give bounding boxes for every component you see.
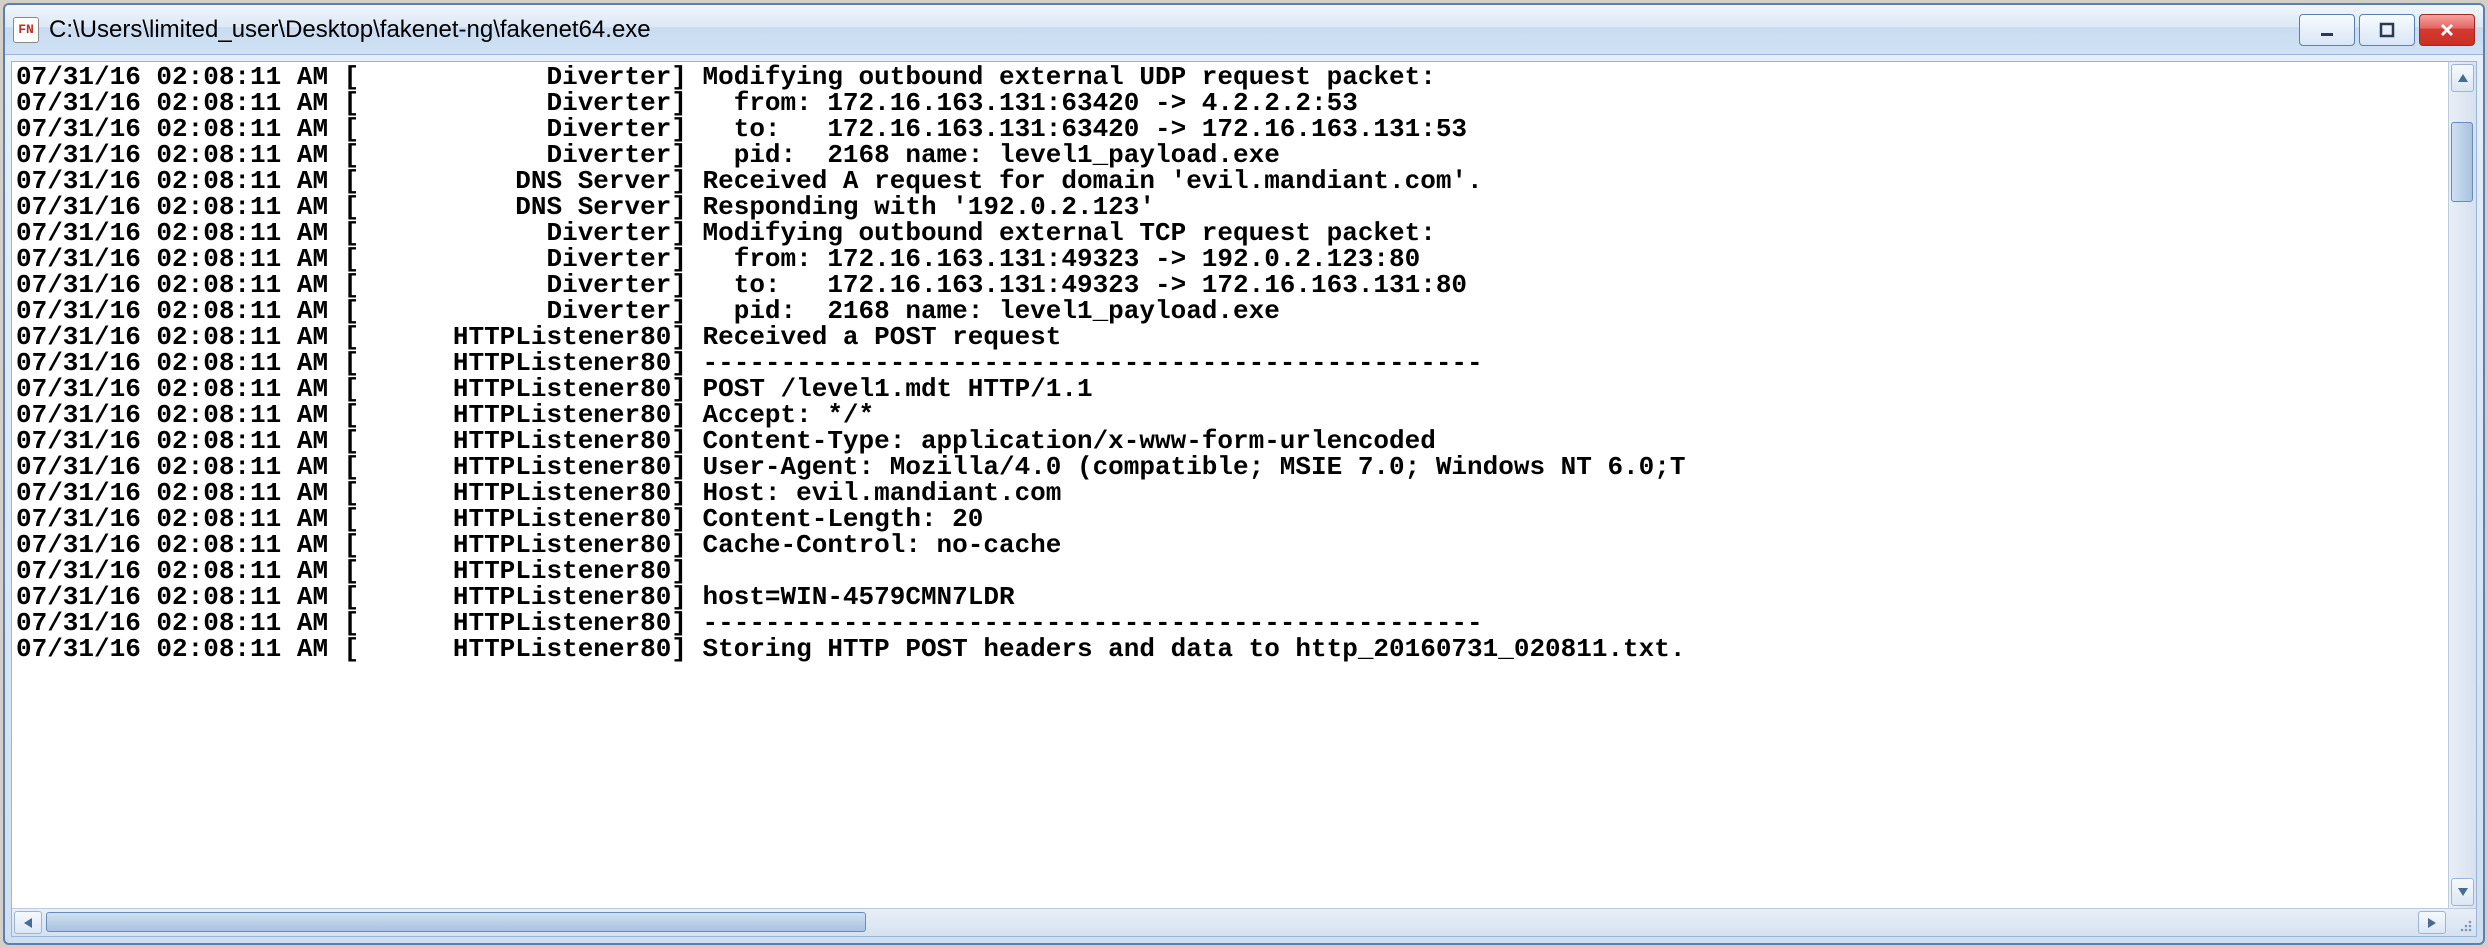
scroll-down-button[interactable] xyxy=(2451,878,2474,906)
vertical-scroll-thumb[interactable] xyxy=(2451,122,2473,202)
log-line: 07/31/16 02:08:11 AM [ Diverter] from: 1… xyxy=(16,90,2444,116)
horizontal-scroll-track[interactable] xyxy=(44,909,2416,936)
log-line: 07/31/16 02:08:11 AM [ HTTPListener80] C… xyxy=(16,506,2444,532)
chevron-down-icon xyxy=(2457,887,2469,897)
log-line: 07/31/16 02:08:11 AM [ Diverter] Modifyi… xyxy=(16,64,2444,90)
minimize-button[interactable] xyxy=(2299,14,2355,46)
log-line: 07/31/16 02:08:11 AM [ HTTPListener80] P… xyxy=(16,376,2444,402)
chevron-up-icon xyxy=(2457,73,2469,83)
log-line: 07/31/16 02:08:11 AM [ HTTPListener80] H… xyxy=(16,480,2444,506)
maximize-button[interactable] xyxy=(2359,14,2415,46)
log-line: 07/31/16 02:08:11 AM [ Diverter] from: 1… xyxy=(16,246,2444,272)
minimize-icon xyxy=(2318,21,2336,39)
scroll-up-button[interactable] xyxy=(2451,64,2474,92)
log-line: 07/31/16 02:08:11 AM [ DNS Server] Respo… xyxy=(16,194,2444,220)
scroll-left-button[interactable] xyxy=(14,911,42,934)
log-line: 07/31/16 02:08:11 AM [ HTTPListener80] R… xyxy=(16,324,2444,350)
app-window: FN C:\Users\limited_user\Desktop\fakenet… xyxy=(3,3,2485,945)
window-controls xyxy=(2299,14,2475,46)
log-line: 07/31/16 02:08:11 AM [ Diverter] pid: 21… xyxy=(16,142,2444,168)
content-area: 07/31/16 02:08:11 AM [ Diverter] Modifyi… xyxy=(11,61,2477,937)
log-line: 07/31/16 02:08:11 AM [ HTTPListener80] -… xyxy=(16,350,2444,376)
window-title: C:\Users\limited_user\Desktop\fakenet-ng… xyxy=(49,16,2299,44)
log-line: 07/31/16 02:08:11 AM [ HTTPListener80] U… xyxy=(16,454,2444,480)
console-body: 07/31/16 02:08:11 AM [ Diverter] Modifyi… xyxy=(12,62,2476,908)
close-icon xyxy=(2438,21,2456,39)
log-line: 07/31/16 02:08:11 AM [ HTTPListener80] S… xyxy=(16,636,2444,662)
resize-grip-icon xyxy=(2457,917,2473,933)
vertical-scrollbar[interactable] xyxy=(2448,62,2476,908)
log-line: 07/31/16 02:08:11 AM [ HTTPListener80] A… xyxy=(16,402,2444,428)
log-line: 07/31/16 02:08:11 AM [ Diverter] Modifyi… xyxy=(16,220,2444,246)
log-line: 07/31/16 02:08:11 AM [ DNS Server] Recei… xyxy=(16,168,2444,194)
log-line: 07/31/16 02:08:11 AM [ HTTPListener80] C… xyxy=(16,428,2444,454)
horizontal-scrollbar[interactable] xyxy=(12,908,2476,936)
log-line: 07/31/16 02:08:11 AM [ HTTPListener80] h… xyxy=(16,584,2444,610)
console-output[interactable]: 07/31/16 02:08:11 AM [ Diverter] Modifyi… xyxy=(12,62,2448,908)
maximize-icon xyxy=(2378,21,2396,39)
resize-grip[interactable] xyxy=(2448,909,2476,936)
scroll-right-button[interactable] xyxy=(2418,911,2446,934)
chevron-right-icon xyxy=(2427,917,2437,929)
close-button[interactable] xyxy=(2419,14,2475,46)
log-line: 07/31/16 02:08:11 AM [ HTTPListener80] -… xyxy=(16,610,2444,636)
chevron-left-icon xyxy=(23,917,33,929)
horizontal-scroll-thumb[interactable] xyxy=(46,912,866,932)
app-icon: FN xyxy=(13,17,39,43)
log-line: 07/31/16 02:08:11 AM [ Diverter] pid: 21… xyxy=(16,298,2444,324)
log-line: 07/31/16 02:08:11 AM [ HTTPListener80] C… xyxy=(16,532,2444,558)
log-line: 07/31/16 02:08:11 AM [ Diverter] to: 172… xyxy=(16,116,2444,142)
log-line: 07/31/16 02:08:11 AM [ HTTPListener80] xyxy=(16,558,2444,584)
log-line: 07/31/16 02:08:11 AM [ Diverter] to: 172… xyxy=(16,272,2444,298)
titlebar[interactable]: FN C:\Users\limited_user\Desktop\fakenet… xyxy=(5,5,2483,55)
